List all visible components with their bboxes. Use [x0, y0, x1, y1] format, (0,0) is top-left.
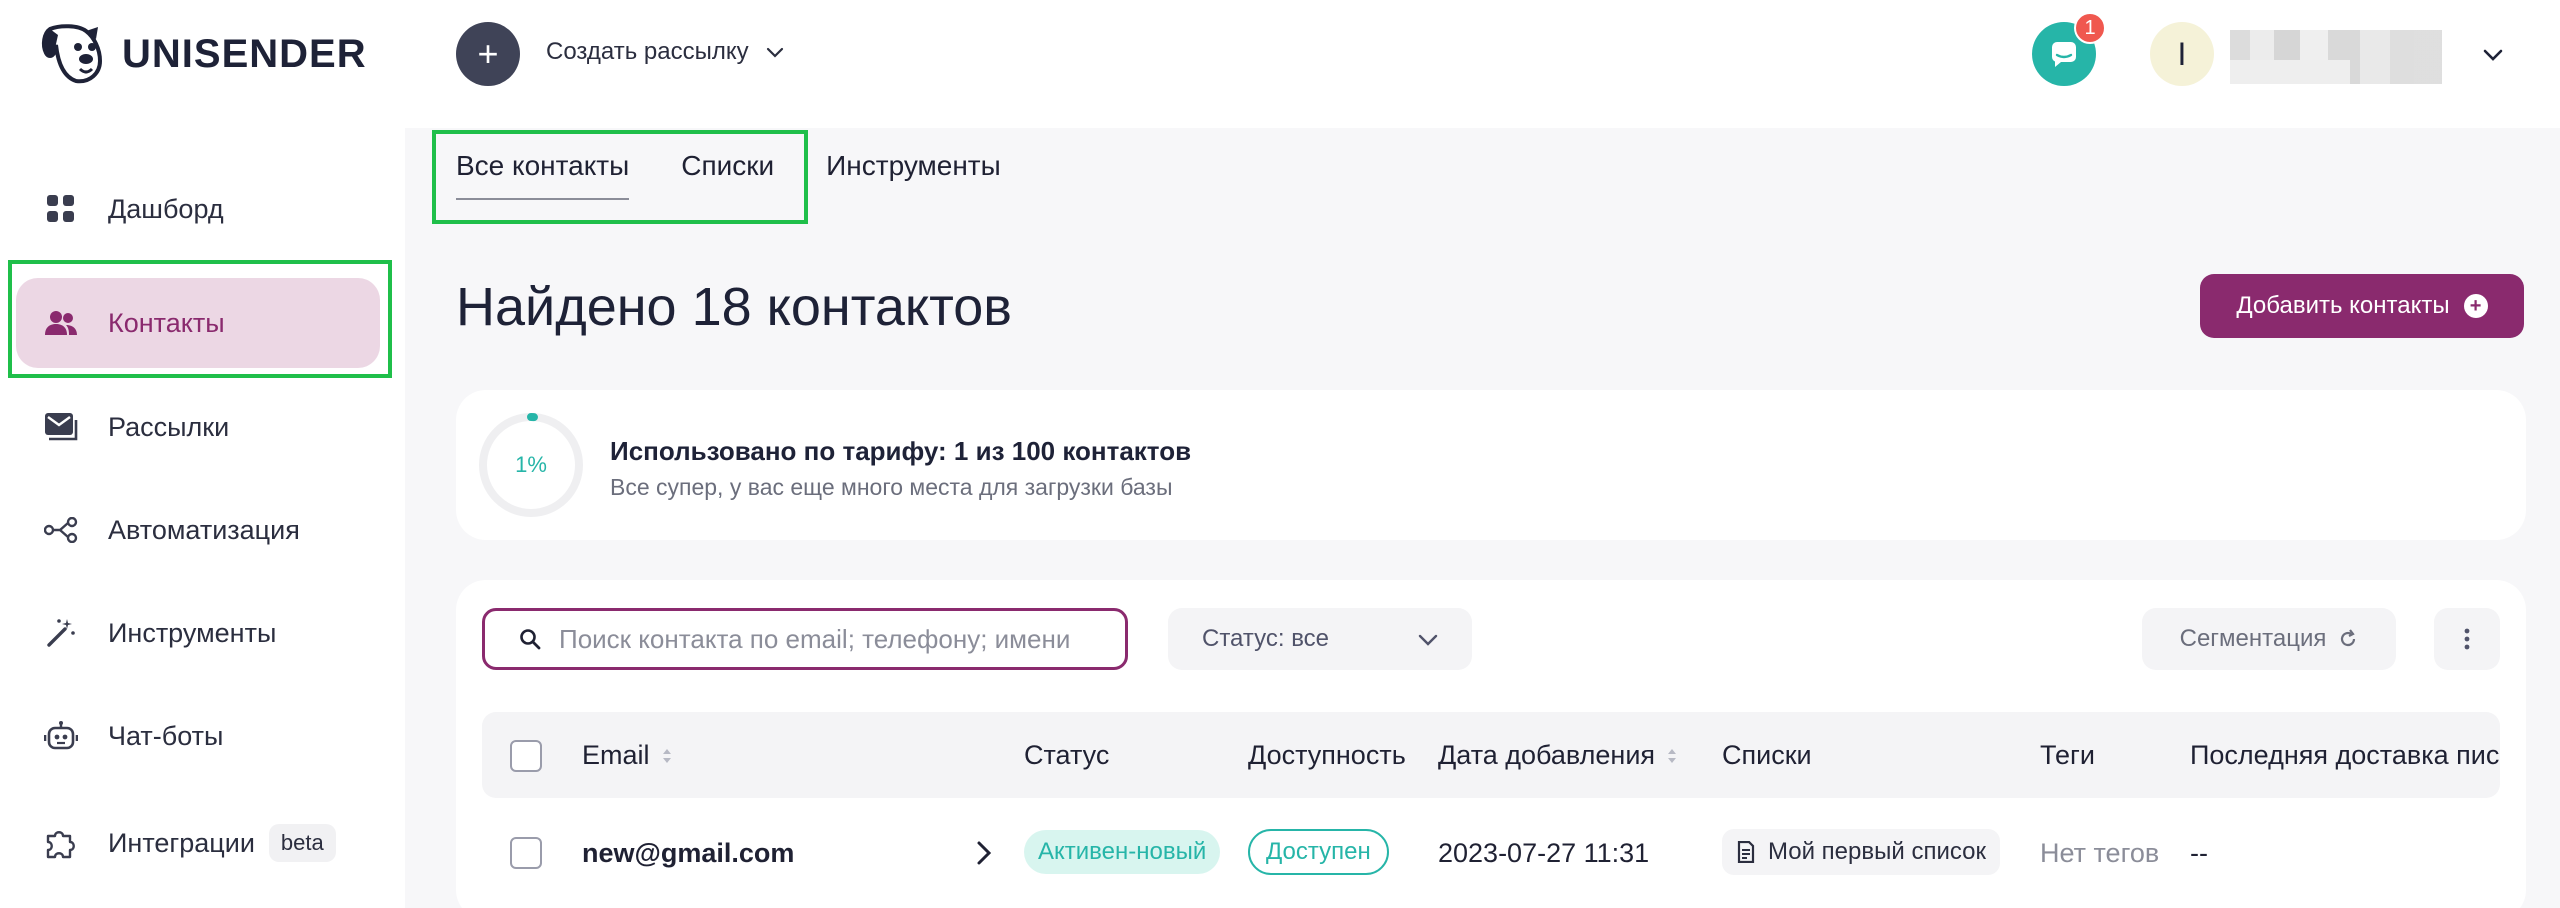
column-header-date[interactable]: Дата добавления [1438, 740, 1679, 771]
sidebar-item-label: Интеграции [108, 827, 255, 858]
document-icon [1737, 841, 1755, 863]
mail-icon [44, 410, 78, 444]
page-title: Найдено 18 контактов [456, 277, 1012, 337]
availability-badge: Доступен [1248, 829, 1389, 875]
status-filter-select[interactable]: Статус: все [1168, 608, 1472, 670]
brand-name: UNISENDER [122, 31, 367, 76]
column-header-status: Статус [1024, 740, 1110, 770]
contacts-tabs: Все контакты Списки Инструменты [456, 150, 1053, 210]
usage-percent: 1% [515, 452, 547, 477]
plan-usage-card: 1% Использовано по тарифу: 1 из 100 конт… [456, 390, 2526, 540]
contacts-icon [44, 306, 78, 340]
dashboard-icon [44, 192, 78, 226]
sidebar-item-automation[interactable]: Автоматизация [16, 485, 380, 575]
column-header-tags: Теги [2040, 740, 2095, 770]
sidebar-item-label: Автоматизация [108, 514, 300, 545]
sidebar-item-dashboard[interactable]: Дашборд [16, 164, 380, 254]
segmentation-label: Сегментация [2179, 625, 2327, 652]
notification-badge: 1 [2074, 12, 2106, 44]
list-chip[interactable]: Мой первый список [1722, 829, 2000, 875]
plus-circle-icon: + [2463, 294, 2488, 318]
sidebar-item-label: Дашборд [108, 193, 224, 224]
sidebar-item-mailings[interactable]: Рассылки [16, 382, 380, 472]
sidebar-item-contacts[interactable]: Контакты [16, 278, 380, 368]
plus-icon: + [477, 33, 499, 74]
column-header-last-delivery: Последняя доставка пис [2190, 740, 2500, 770]
sort-icon [662, 748, 671, 763]
list-chip-label: Мой первый список [1768, 838, 1986, 865]
brand-logo[interactable]: UNISENDER [40, 22, 367, 86]
usage-title: Использовано по тарифу: 1 из 100 контакт… [610, 436, 1192, 466]
magic-wand-icon [44, 616, 78, 650]
tab-lists[interactable]: Списки [681, 150, 774, 200]
column-header-label: Email [582, 740, 650, 770]
tab-all-contacts[interactable]: Все контакты [456, 150, 630, 200]
sidebar-nav: Дашборд Контакты Рассылки Автоматизация … [0, 128, 405, 908]
automation-icon [44, 513, 78, 547]
create-mailing-button[interactable]: + [456, 22, 520, 86]
tab-tools[interactable]: Инструменты [826, 150, 1001, 200]
user-name-redacted [2230, 30, 2442, 84]
tags-cell: Нет тегов [2040, 838, 2160, 868]
status-filter-label: Статус: все [1202, 625, 1330, 652]
chat-icon [2052, 42, 2076, 67]
column-header-label: Дата добавления [1438, 740, 1656, 770]
create-mailing-label: Создать рассылку [546, 38, 749, 65]
select-all-checkbox[interactable] [510, 740, 542, 772]
puzzle-icon [44, 826, 78, 860]
sidebar-item-integrations[interactable]: Интеграции beta [16, 798, 380, 888]
column-header-email[interactable]: Email [582, 740, 674, 771]
robot-icon [44, 719, 78, 753]
search-input[interactable] [559, 623, 1119, 655]
search-icon [520, 629, 541, 650]
usage-subtitle: Все супер, у вас еще много места для заг… [610, 474, 1173, 500]
row-checkbox[interactable] [510, 837, 542, 869]
more-options-button[interactable] [2434, 608, 2500, 670]
add-contacts-label: Добавить контакты [2236, 292, 2450, 319]
column-header-availability: Доступность [1248, 740, 1406, 770]
sidebar-item-label: Рассылки [108, 411, 230, 442]
chevron-down-icon[interactable] [2480, 42, 2506, 68]
sidebar-item-chatbots[interactable]: Чат-боты [16, 691, 380, 781]
sidebar-item-label: Инструменты [108, 617, 277, 648]
dog-logo-icon [41, 24, 103, 84]
chevron-down-icon [766, 47, 783, 58]
sort-icon [1668, 748, 1677, 763]
status-badge: Активен-новый [1024, 830, 1221, 874]
sidebar-item-label: Чат-боты [108, 720, 224, 751]
chevron-right-icon[interactable] [976, 840, 992, 866]
chevron-down-icon [1418, 634, 1438, 646]
create-mailing-dropdown[interactable]: Создать рассылку [546, 38, 785, 66]
add-contacts-button[interactable]: Добавить контакты + [2200, 274, 2524, 338]
segmentation-button[interactable]: Сегментация [2142, 608, 2396, 670]
last-delivery-cell: -- [2190, 838, 2208, 868]
refresh-icon [2341, 629, 2356, 647]
user-avatar[interactable]: I [2150, 22, 2214, 86]
sidebar-item-label: Контакты [108, 307, 225, 338]
column-header-lists: Списки [1722, 740, 1812, 770]
date-added: 2023-07-27 11:31 [1438, 838, 1650, 868]
contact-email[interactable]: new@gmail.com [582, 838, 794, 869]
contact-search-box[interactable] [482, 608, 1128, 670]
beta-badge: beta [268, 824, 336, 862]
vertical-dots-icon [2464, 628, 2470, 650]
sidebar-item-tools[interactable]: Инструменты [16, 588, 380, 678]
